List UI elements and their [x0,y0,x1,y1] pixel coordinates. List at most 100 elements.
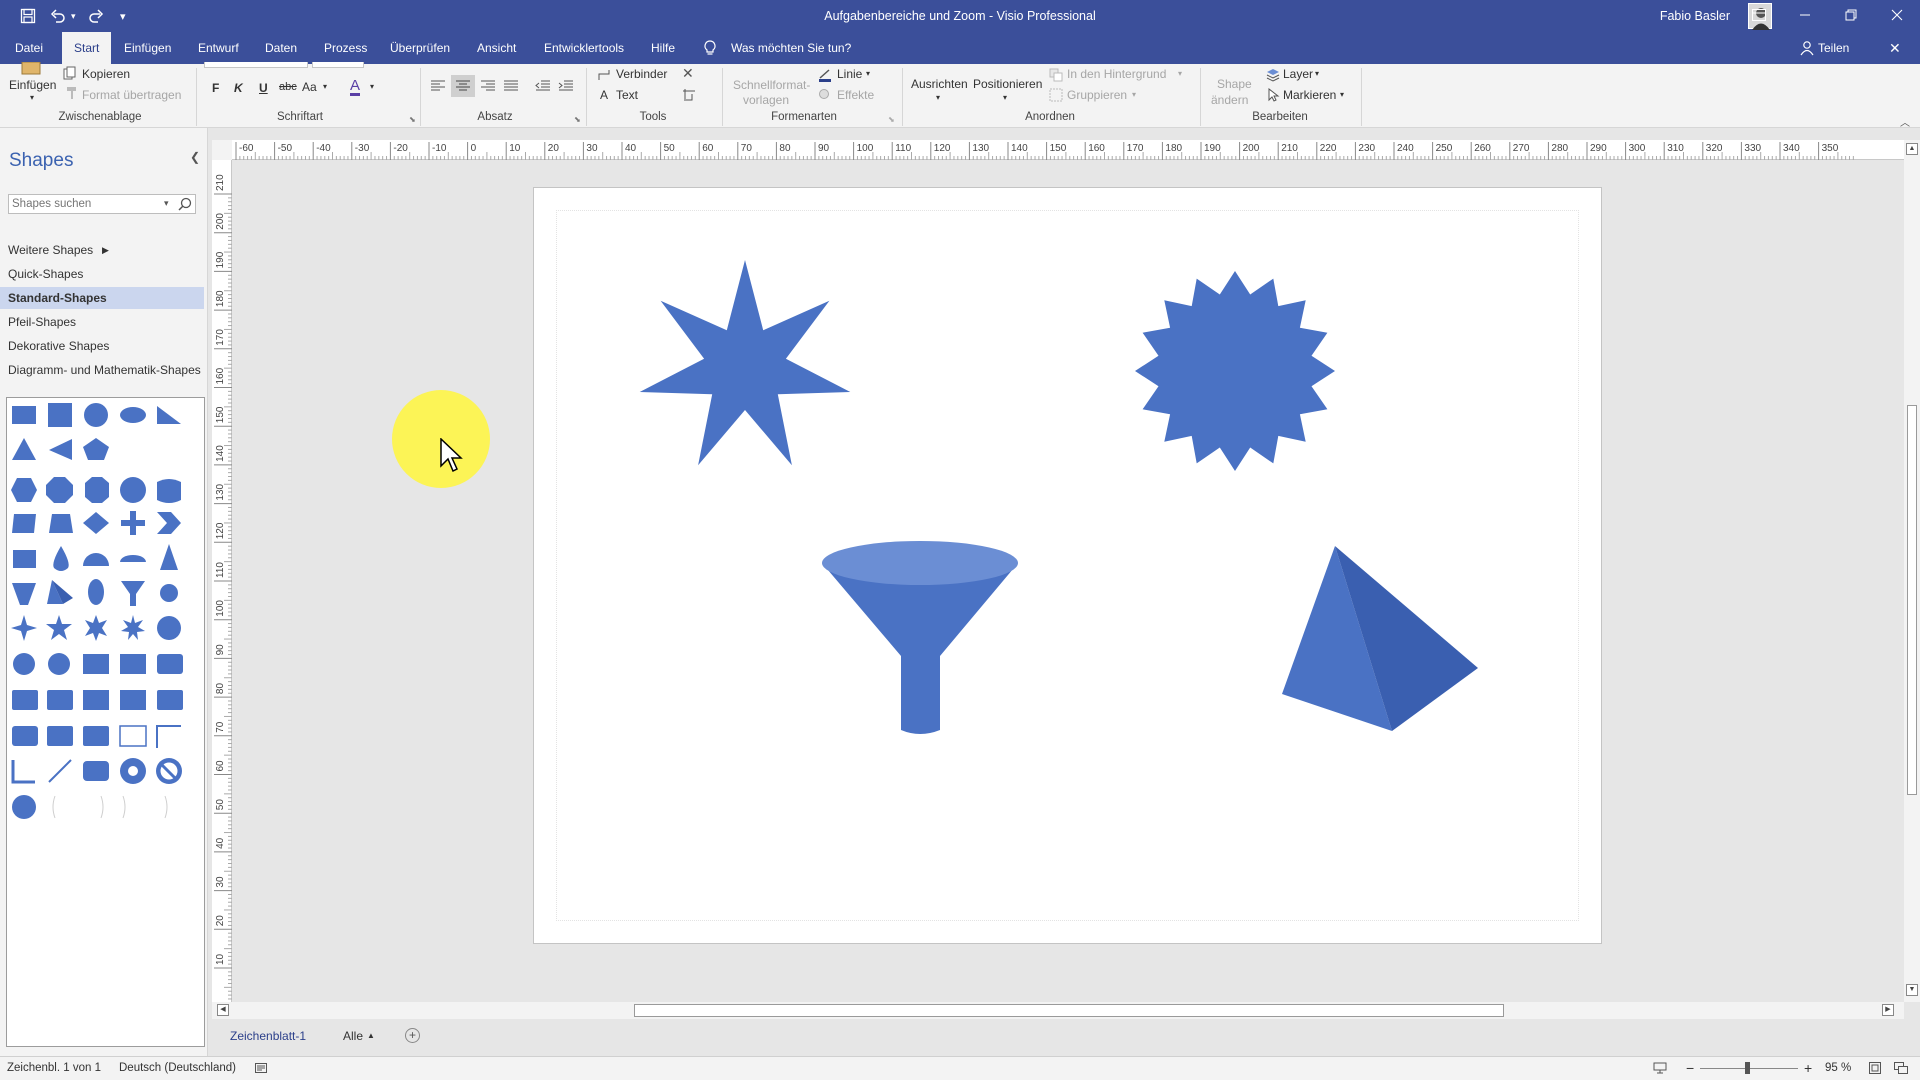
switch-windows-icon[interactable] [1894,1062,1908,1077]
ribbon-display-icon[interactable] [1736,0,1782,32]
underline-button[interactable]: U [259,81,268,95]
share-button[interactable]: Teilen [1818,32,1849,64]
shape-styles-dialog-launcher-icon[interactable]: ⬊ [888,115,895,124]
quick-styles-button[interactable]: Schnellformat- [733,78,810,92]
close-icon[interactable] [1874,0,1920,32]
connector-button[interactable]: Verbinder [616,67,667,81]
horizontal-scroll-thumb[interactable] [634,1004,1504,1017]
tab-daten[interactable]: Daten [256,32,306,64]
align-dropdown-icon[interactable]: ▾ [936,93,940,102]
zoom-level[interactable]: 95 % [1825,1062,1851,1074]
stencil-item-decorative-shapes[interactable]: Dekorative Shapes [0,335,204,357]
quick-styles-button-line2[interactable]: vorlagen [743,93,789,107]
font-name-box[interactable] [204,62,308,68]
more-shapes-item[interactable]: Weitere Shapes ▶ [0,239,204,261]
add-sheet-icon[interactable]: + [405,1028,420,1043]
layer-dropdown-icon[interactable]: ▾ [1315,69,1319,78]
scroll-up-icon[interactable]: ▲ [1906,143,1918,155]
stencil-item-arrow-shapes[interactable]: Pfeil-Shapes [0,311,204,333]
tab-prozess[interactable]: Prozess [315,32,376,64]
send-to-back-button[interactable]: In den Hintergrund [1067,67,1166,81]
connection-point-icon[interactable] [682,88,696,105]
italic-button[interactable]: K [234,81,243,95]
all-sheets-button[interactable]: Alle [343,1029,363,1043]
scroll-down-icon[interactable]: ▼ [1906,984,1918,996]
scroll-left-icon[interactable]: ◀ [217,1004,229,1016]
undo-dropdown-icon[interactable]: ▾ [71,0,76,32]
font-dialog-launcher-icon[interactable]: ⬊ [409,115,416,124]
tab-einfuegen[interactable]: Einfügen [115,32,180,64]
restore-icon[interactable] [1828,0,1874,32]
change-shape-button[interactable]: Shape [1217,77,1252,91]
justify-icon[interactable] [503,79,519,96]
align-button[interactable]: Ausrichten [911,77,968,91]
tab-start[interactable]: Start [62,32,112,64]
tab-ansicht[interactable]: Ansicht [468,32,525,64]
horizontal-scrollbar[interactable]: ◀ ▶ [212,1002,1904,1019]
tab-entwicklertools[interactable]: Entwicklertools [535,32,633,64]
sheet-tab-zeichenblatt-1[interactable]: Zeichenblatt-1 [230,1029,306,1043]
decrease-indent-icon[interactable] [535,79,551,96]
tab-ueberpruefen[interactable]: Überprüfen [381,32,459,64]
macro-record-icon[interactable] [255,1062,267,1077]
align-center-button[interactable] [451,75,475,97]
select-button[interactable]: Markieren [1283,88,1336,102]
paragraph-dialog-launcher-icon[interactable]: ⬊ [574,115,581,124]
save-icon[interactable] [20,0,36,32]
strikethrough-button[interactable]: abc [279,81,297,93]
customize-qat-icon[interactable]: ▾ [120,0,126,32]
group-dropdown-icon[interactable]: ▾ [1132,90,1136,99]
change-shape-button-line2[interactable]: ändern [1211,93,1248,107]
line-button[interactable]: Linie [837,67,862,81]
select-dropdown-icon[interactable]: ▾ [1340,90,1344,99]
zoom-in-icon[interactable]: + [1804,1060,1812,1076]
search-icon[interactable] [178,197,192,211]
paste-button[interactable]: Einfügen [9,78,56,92]
search-dropdown-icon[interactable]: ▾ [164,198,169,209]
zoom-out-icon[interactable]: − [1686,1060,1694,1076]
close-pane-icon[interactable]: ✕ [1889,32,1901,64]
format-painter-button[interactable]: Format übertragen [82,88,181,102]
collapse-panel-icon[interactable]: ❮ [190,150,200,164]
change-case-button[interactable]: Aa [302,80,317,94]
tab-datei[interactable]: Datei [6,32,52,64]
change-case-dropdown-icon[interactable]: ▾ [323,82,327,91]
paste-dropdown-icon[interactable]: ▾ [30,93,34,102]
page-indicator[interactable]: Zeichenbl. 1 von 1 [7,1062,101,1074]
minimize-icon[interactable] [1782,0,1828,32]
user-name[interactable]: Fabio Basler [1660,0,1730,32]
collapse-ribbon-icon[interactable]: ︿ [1900,114,1910,129]
zoom-slider-thumb[interactable] [1745,1062,1750,1074]
tell-me-box[interactable]: Was möchten Sie tun? [731,32,851,64]
tab-entwurf[interactable]: Entwurf [189,32,248,64]
undo-icon[interactable] [50,0,66,32]
font-size-box[interactable] [312,62,364,68]
fit-page-icon[interactable] [1869,1062,1881,1077]
stencil-item-quick-shapes[interactable]: Quick-Shapes [0,263,204,285]
vertical-scrollbar[interactable]: ▲ ▼ [1904,140,1920,1002]
font-color-dropdown-icon[interactable]: ▾ [370,82,374,91]
horizontal-ruler[interactable]: -60 -50 -40 -30 -20 -10 0 10 20 30 40 50 60 70 80 90 100… [232,140,1904,160]
tab-hilfe[interactable]: Hilfe [642,32,684,64]
align-right-icon[interactable] [480,79,496,96]
close-tool-icon[interactable]: ✕ [682,65,694,82]
stencil-shapes[interactable] [7,398,206,1048]
group-button[interactable]: Gruppieren [1067,88,1127,102]
font-color-button[interactable]: A [350,78,361,96]
copy-button[interactable]: Kopieren [82,67,130,81]
text-tool-button[interactable]: Text [616,88,638,102]
line-dropdown-icon[interactable]: ▾ [866,69,870,78]
position-button[interactable]: Positionieren [973,77,1042,91]
bold-button[interactable]: F [212,81,219,95]
stencil-item-chart-math-shapes[interactable]: Diagramm- und Mathematik-Shapes [0,359,204,381]
align-left-icon[interactable] [430,79,446,96]
position-dropdown-icon[interactable]: ▾ [1003,93,1007,102]
share-person-icon[interactable] [1800,40,1814,59]
layer-button[interactable]: Layer [1283,67,1313,81]
redo-icon[interactable] [88,0,104,32]
language-indicator[interactable]: Deutsch (Deutschland) [119,1062,236,1074]
effects-button[interactable]: Effekte [837,88,874,102]
scroll-right-icon[interactable]: ▶ [1882,1004,1894,1016]
stencil-item-standard-shapes[interactable]: Standard-Shapes [0,287,204,309]
presentation-mode-icon[interactable] [1653,1062,1667,1077]
